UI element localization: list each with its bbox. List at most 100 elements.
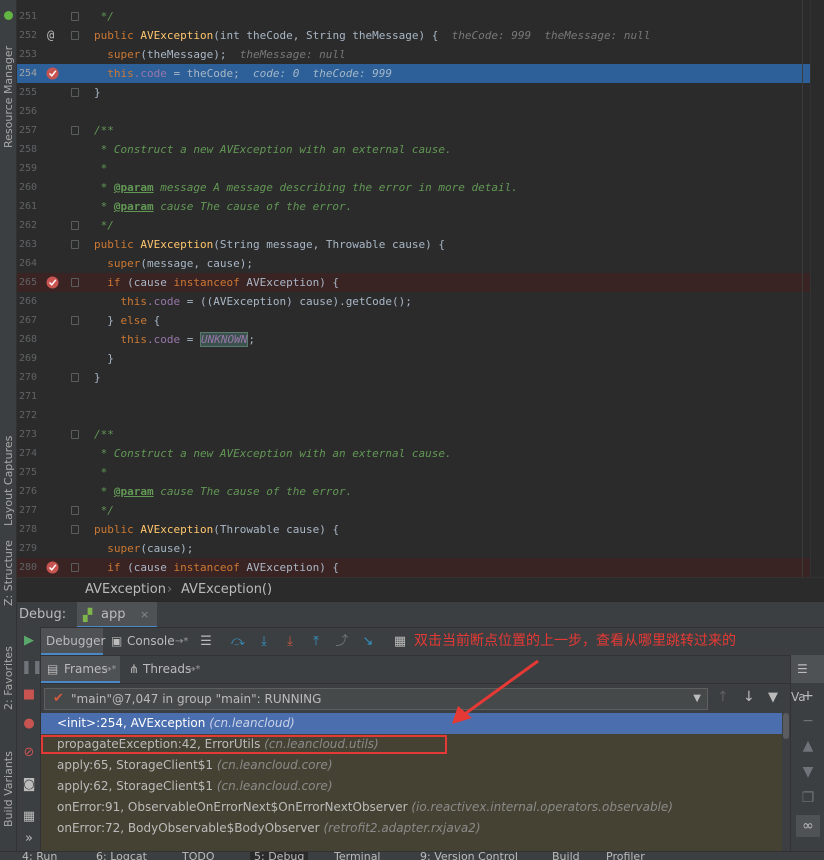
fold-icon[interactable] xyxy=(71,221,79,230)
copy-icon[interactable]: ❐ xyxy=(796,787,820,809)
mute-breakpoints-icon[interactable]: ⊘ xyxy=(21,745,37,761)
bottom-tab[interactable]: 5: Debug xyxy=(250,852,309,860)
bottom-tab[interactable]: 4: Run xyxy=(22,852,57,860)
code-line[interactable]: 260 * @param message A message describin… xyxy=(17,178,824,197)
code-line[interactable]: 264 super(message, cause); xyxy=(17,254,824,273)
side-tab-layout-captures[interactable]: Layout Captures xyxy=(1,418,16,526)
bottom-tab[interactable]: TODO xyxy=(182,852,215,860)
code-line[interactable]: 278 public AVException(Throwable cause) { xyxy=(17,520,824,539)
step-over-icon[interactable]: ⤼ xyxy=(230,634,246,650)
code-line[interactable]: 279 super(cause); xyxy=(17,539,824,558)
remove-icon[interactable]: − xyxy=(796,710,820,732)
close-icon[interactable]: × xyxy=(140,602,149,628)
expand-icon[interactable]: » xyxy=(21,831,37,847)
watch-icon[interactable]: ∞ xyxy=(796,815,820,837)
fold-icon[interactable] xyxy=(71,126,79,135)
side-tab-favorites[interactable]: 2: Favorites xyxy=(1,640,16,710)
breakpoint-icon[interactable] xyxy=(46,67,59,80)
frame-row[interactable]: <init>:254, AVException (cn.leancloud) xyxy=(41,713,790,734)
stop-icon[interactable]: ■ xyxy=(21,687,37,703)
code-line[interactable]: 257 /** xyxy=(17,121,824,140)
menu-icon[interactable]: ☰ xyxy=(198,634,214,650)
code-line[interactable]: 252 @ public AVException(int theCode, Stri… xyxy=(17,26,824,45)
code-line[interactable]: 263 public AVException(String message, Th… xyxy=(17,235,824,254)
code-line[interactable]: 258 * Construct a new AVException with a… xyxy=(17,140,824,159)
pause-icon[interactable]: ❚❚ xyxy=(21,660,43,676)
arrow-down-icon[interactable]: ↓ xyxy=(743,689,755,705)
code-line[interactable]: 253 super(theMessage); theMessage: null xyxy=(17,45,824,64)
up-icon[interactable]: ▲ xyxy=(796,735,820,757)
code-line[interactable]: 269 } xyxy=(17,349,824,368)
tab-console[interactable]: ▣ Console →* xyxy=(107,628,192,655)
code-line[interactable]: 254 this.code = theCode; code: 0 theCode… xyxy=(17,64,824,83)
add-icon[interactable]: + xyxy=(796,685,820,707)
breadcrumb-class[interactable]: AVException xyxy=(85,578,166,602)
breakpoint-icon[interactable] xyxy=(46,276,59,289)
code-line[interactable]: 268 this.code = UNKNOWN; xyxy=(17,330,824,349)
code-line[interactable]: 261 * @param cause The cause of the erro… xyxy=(17,197,824,216)
code-line[interactable]: 256 xyxy=(17,102,824,121)
bottom-tab[interactable]: Terminal xyxy=(334,852,381,860)
breadcrumb-method[interactable]: AVException() xyxy=(181,578,272,602)
code-line[interactable]: 273 /** xyxy=(17,425,824,444)
bottom-tab[interactable]: Profiler xyxy=(606,852,645,860)
code-line[interactable]: 271 xyxy=(17,387,824,406)
filter-icon[interactable]: ▼ xyxy=(768,690,778,705)
fold-icon[interactable] xyxy=(71,506,79,515)
code-line[interactable]: 275 * xyxy=(17,463,824,482)
frame-row[interactable]: onError:72, BodyObservable$BodyObserver … xyxy=(41,818,790,839)
evaluate-icon[interactable]: ▦ xyxy=(392,634,408,650)
frame-row[interactable]: apply:65, StorageClient$1 (cn.leancloud.… xyxy=(41,755,790,776)
bottom-tab[interactable]: 9: Version Control xyxy=(420,852,518,860)
side-tab-top[interactable] xyxy=(1,0,16,20)
bottom-tab[interactable]: Build xyxy=(552,852,580,860)
layout-icon[interactable]: ▦ xyxy=(21,809,37,825)
code-line[interactable]: 277 */ xyxy=(17,501,824,520)
frames-scrollbar[interactable] xyxy=(782,713,790,860)
code-line[interactable]: 259 * xyxy=(17,159,824,178)
fold-icon[interactable] xyxy=(71,12,79,21)
force-step-into-icon[interactable]: ⤓ xyxy=(282,634,298,650)
editor-scrollbar[interactable] xyxy=(810,0,824,577)
frame-row[interactable]: apply:62, StorageClient$1 (cn.leancloud.… xyxy=(41,776,790,797)
fold-icon[interactable] xyxy=(71,373,79,382)
code-line[interactable]: 280 if (cause instanceof AVException) { xyxy=(17,558,824,577)
code-line[interactable]: 265 if (cause instanceof AVException) { xyxy=(17,273,824,292)
fold-icon[interactable] xyxy=(71,525,79,534)
frame-row[interactable]: propagateException:42, ErrorUtils (cn.le… xyxy=(41,734,790,755)
tab-variables[interactable]: ☰ Va xyxy=(791,655,824,704)
fold-icon[interactable] xyxy=(71,563,79,572)
fold-icon[interactable] xyxy=(71,240,79,249)
fold-icon[interactable] xyxy=(71,88,79,97)
resume-icon[interactable]: ▶ xyxy=(21,633,37,649)
code-line[interactable]: 267 } else { xyxy=(17,311,824,330)
side-tab-resource-manager[interactable]: Resource Manager xyxy=(1,28,16,148)
code-line[interactable]: 276 * @param cause The cause of the erro… xyxy=(17,482,824,501)
drop-frame-icon[interactable]: ⤴ xyxy=(334,634,350,650)
code-line[interactable]: 266 this.code = ((AVException) cause).ge… xyxy=(17,292,824,311)
step-into-icon[interactable]: ⤓ xyxy=(256,634,272,650)
code-line[interactable]: 274 * Construct a new AVException with a… xyxy=(17,444,824,463)
run-to-cursor-icon[interactable]: ↘ xyxy=(360,634,376,650)
step-out-icon[interactable]: ⤒ xyxy=(308,634,324,650)
code-line[interactable]: 262 */ xyxy=(17,216,824,235)
debug-config-tab[interactable]: ▞ app × xyxy=(77,602,157,628)
fold-icon[interactable] xyxy=(71,31,79,40)
tab-debugger[interactable]: Debugger xyxy=(41,628,105,655)
override-icon[interactable]: @ xyxy=(47,26,54,45)
fold-icon[interactable] xyxy=(71,278,79,287)
code-editor[interactable]: 251 */252 @ public AVException(int theCode… xyxy=(17,0,824,577)
camera-icon[interactable]: ◙ xyxy=(21,777,37,793)
side-tab-structure[interactable]: Z: Structure xyxy=(1,540,16,606)
down-icon[interactable]: ▼ xyxy=(796,761,820,783)
frame-row[interactable]: onError:91, ObservableOnErrorNext$OnErro… xyxy=(41,797,790,818)
tab-frames[interactable]: ▤ Frames →* xyxy=(41,656,120,683)
side-tab-build-variants[interactable]: Build Variants xyxy=(1,735,16,827)
fold-icon[interactable] xyxy=(71,316,79,325)
code-line[interactable]: 270} xyxy=(17,368,824,387)
bottom-tab[interactable]: 6: Logcat xyxy=(96,852,147,860)
fold-icon[interactable] xyxy=(71,430,79,439)
arrow-up-icon[interactable]: ↑ xyxy=(717,689,729,705)
breakpoint-icon[interactable] xyxy=(46,561,59,574)
code-line[interactable]: 272 xyxy=(17,406,824,425)
